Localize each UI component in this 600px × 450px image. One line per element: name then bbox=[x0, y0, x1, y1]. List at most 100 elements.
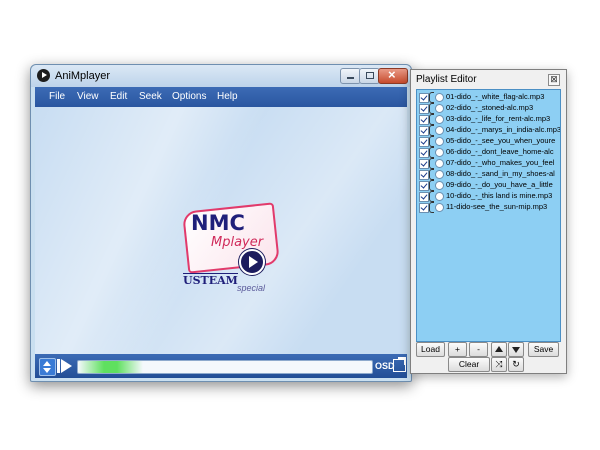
track-name: 06-dido_-_dont_leave_home-alc bbox=[446, 147, 554, 156]
clear-button[interactable]: Clear bbox=[448, 357, 490, 372]
volume-spin-icon[interactable] bbox=[39, 358, 56, 376]
maximize-button[interactable] bbox=[359, 68, 380, 84]
track-bracket-icon bbox=[429, 202, 434, 213]
track-checkbox[interactable] bbox=[419, 192, 429, 202]
track-name: 02-dido_-_stoned-alc.mp3 bbox=[446, 103, 534, 112]
fullscreen-icon[interactable] bbox=[393, 357, 406, 372]
track-name: 08-dido_-_sand_in_my_shoes-al bbox=[446, 169, 555, 178]
move-down-button[interactable] bbox=[508, 342, 524, 357]
playlist-row[interactable]: 03-dido_-_life_for_rent-alc.mp3 bbox=[417, 114, 560, 125]
menu-bar: File View Edit Seek Options Help bbox=[35, 87, 407, 107]
add-button[interactable]: + bbox=[448, 342, 467, 357]
move-up-button[interactable] bbox=[491, 342, 507, 357]
playlist-row[interactable]: 04-dido_-_marys_in_india-alc.mp3 bbox=[417, 125, 561, 136]
playlist-row[interactable]: 07-dido_-_who_makes_you_feel bbox=[417, 158, 560, 169]
track-radio[interactable] bbox=[435, 126, 444, 135]
close-button[interactable] bbox=[378, 67, 408, 84]
menu-options[interactable]: Options bbox=[172, 91, 206, 102]
playlist-list[interactable]: 01-dido_-_white_flag-alc.mp3 02-dido_-_st… bbox=[416, 89, 561, 342]
track-checkbox[interactable] bbox=[419, 148, 429, 158]
track-checkbox[interactable] bbox=[419, 115, 429, 125]
track-checkbox[interactable] bbox=[419, 104, 429, 114]
track-name: 03-dido_-_life_for_rent-alc.mp3 bbox=[446, 114, 551, 123]
track-bracket-icon bbox=[429, 191, 434, 202]
player-titlebar[interactable]: AniMplayer bbox=[31, 65, 411, 87]
track-name: 07-dido_-_who_makes_you_feel bbox=[446, 158, 555, 167]
track-bracket-icon bbox=[429, 114, 434, 125]
logo-text-nmc: NMC bbox=[191, 211, 245, 235]
repeat-icon: ↻ bbox=[512, 359, 520, 369]
track-checkbox[interactable] bbox=[419, 93, 429, 103]
playlist-row[interactable]: 06-dido_-_dont_leave_home-alc bbox=[417, 147, 560, 158]
playlist-row[interactable]: 05-dido_-_see_you_when_youre bbox=[417, 136, 560, 147]
track-name: 04-dido_-_marys_in_india-alc.mp3 bbox=[446, 125, 561, 134]
track-bracket-icon bbox=[429, 147, 434, 158]
track-radio[interactable] bbox=[435, 159, 444, 168]
track-bracket-icon bbox=[429, 169, 434, 180]
menu-seek[interactable]: Seek bbox=[139, 91, 162, 102]
osd-label[interactable]: OSD bbox=[375, 361, 395, 371]
track-radio[interactable] bbox=[435, 192, 444, 201]
playlist-row[interactable]: 02-dido_-_stoned-alc.mp3 bbox=[417, 103, 560, 114]
player-logo: NMC Mplayer USTEAM special bbox=[181, 202, 291, 293]
track-radio[interactable] bbox=[435, 170, 444, 179]
window-title: AniMplayer bbox=[55, 70, 111, 82]
menu-file[interactable]: File bbox=[49, 91, 65, 102]
track-radio[interactable] bbox=[435, 93, 444, 102]
video-area[interactable]: NMC Mplayer USTEAM special bbox=[35, 107, 407, 354]
move-up-icon bbox=[495, 346, 503, 352]
track-name: 11-dido-see_the_sun-mip.mp3 bbox=[446, 202, 548, 211]
track-checkbox[interactable] bbox=[419, 181, 429, 191]
track-bracket-icon bbox=[429, 158, 434, 169]
save-button[interactable]: Save bbox=[528, 342, 559, 357]
track-bracket-icon bbox=[429, 103, 434, 114]
app-icon bbox=[37, 69, 50, 82]
menu-view[interactable]: View bbox=[77, 91, 99, 102]
playlist-close-icon[interactable]: ⊠ bbox=[548, 74, 560, 86]
playlist-title: Playlist Editor bbox=[416, 74, 477, 85]
menu-help[interactable]: Help bbox=[217, 91, 238, 102]
track-checkbox[interactable] bbox=[419, 137, 429, 147]
menu-edit[interactable]: Edit bbox=[110, 91, 127, 102]
track-bracket-icon bbox=[429, 136, 434, 147]
shuffle-button[interactable]: ⤨ bbox=[491, 357, 507, 372]
logo-text-special: special bbox=[237, 283, 266, 293]
move-down-icon bbox=[512, 347, 520, 353]
track-radio[interactable] bbox=[435, 104, 444, 113]
logo-text-mplayer: Mplayer bbox=[211, 235, 264, 250]
playlist-row[interactable]: 08-dido_-_sand_in_my_shoes-al bbox=[417, 169, 560, 180]
playlist-editor-window: Playlist Editor ⊠ 01-dido_-_white_flag-a… bbox=[410, 69, 567, 374]
track-radio[interactable] bbox=[435, 137, 444, 146]
remove-button[interactable]: - bbox=[469, 342, 488, 357]
track-checkbox[interactable] bbox=[419, 170, 429, 180]
seek-progress-fill bbox=[78, 361, 143, 373]
repeat-button[interactable]: ↻ bbox=[508, 357, 524, 372]
track-checkbox[interactable] bbox=[419, 159, 429, 169]
track-checkbox[interactable] bbox=[419, 203, 429, 213]
track-checkbox[interactable] bbox=[419, 126, 429, 136]
track-bracket-icon bbox=[429, 180, 434, 191]
track-bracket-icon bbox=[429, 125, 434, 136]
track-name: 01-dido_-_white_flag-alc.mp3 bbox=[446, 92, 545, 101]
track-radio[interactable] bbox=[435, 148, 444, 157]
play-icon[interactable] bbox=[57, 358, 73, 374]
playlist-row[interactable]: 01-dido_-_white_flag-alc.mp3 bbox=[417, 92, 560, 103]
control-bar: OSD bbox=[35, 354, 407, 378]
player-window: AniMplayer File View Edit Seek Options H… bbox=[30, 64, 412, 382]
track-radio[interactable] bbox=[435, 203, 444, 212]
load-button[interactable]: Load bbox=[416, 342, 445, 357]
playlist-row[interactable]: 09-dido_-_do_you_have_a_little bbox=[417, 180, 560, 191]
track-name: 09-dido_-_do_you_have_a_little bbox=[446, 180, 553, 189]
minimize-button[interactable] bbox=[340, 68, 361, 84]
playlist-row[interactable]: 10-dido_-_this land is mine.mp3 bbox=[417, 191, 560, 202]
track-name: 05-dido_-_see_you_when_youre bbox=[446, 136, 556, 145]
playlist-row[interactable]: 11-dido-see_the_sun-mip.mp3 bbox=[417, 202, 560, 213]
track-bracket-icon bbox=[429, 92, 434, 103]
logo-text-usteam: USTEAM bbox=[183, 273, 238, 287]
track-name: 10-dido_-_this land is mine.mp3 bbox=[446, 191, 553, 200]
shuffle-icon: ⤨ bbox=[495, 359, 503, 369]
logo-play-icon bbox=[239, 249, 265, 275]
seek-bar[interactable] bbox=[77, 360, 373, 374]
track-radio[interactable] bbox=[435, 115, 444, 124]
track-radio[interactable] bbox=[435, 181, 444, 190]
